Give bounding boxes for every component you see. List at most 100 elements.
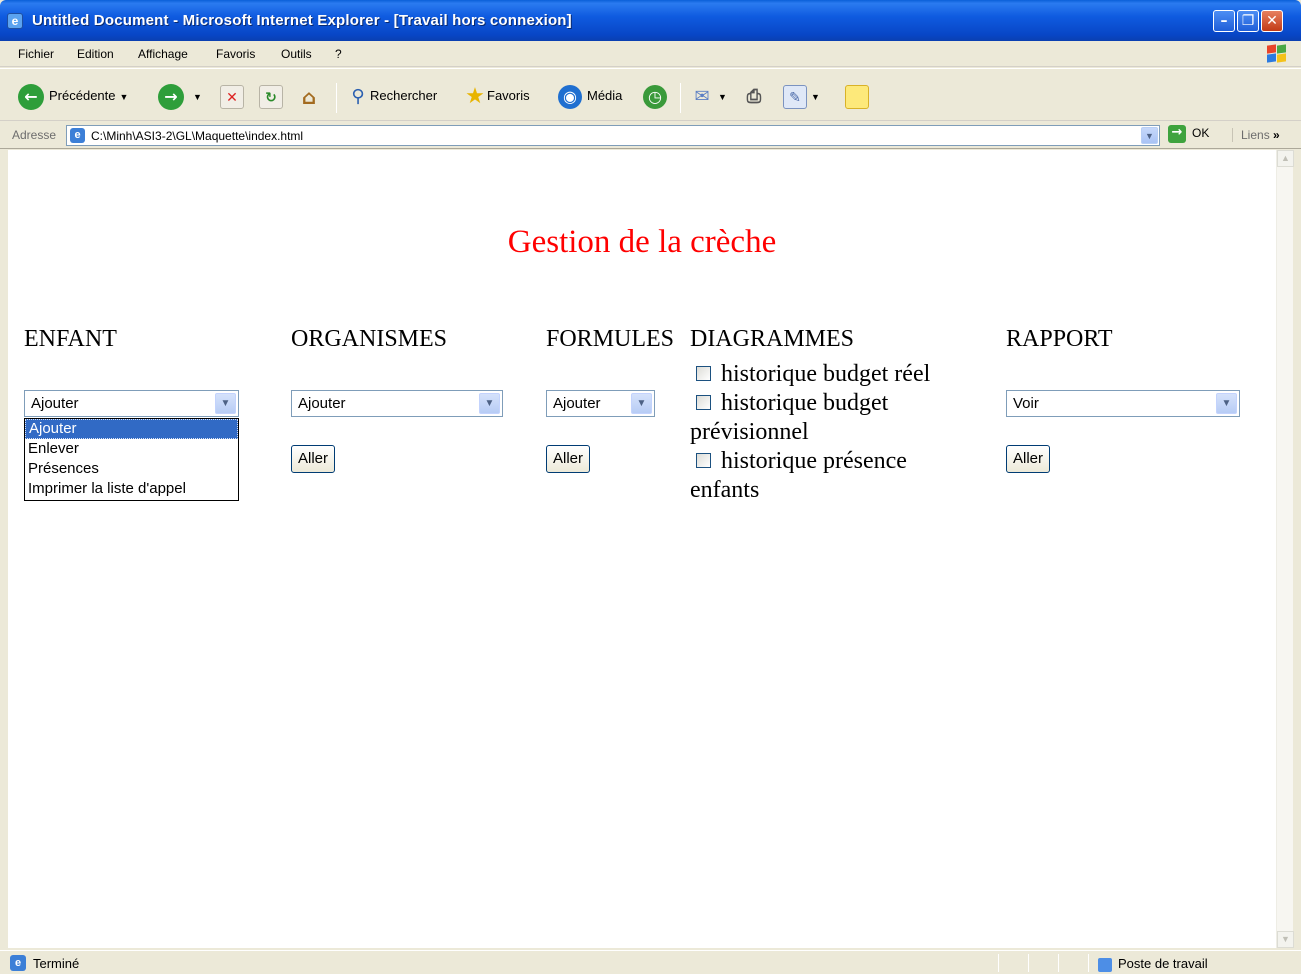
enfant-select[interactable]: Ajouter ▼ [24, 390, 239, 417]
zone-label: Poste de travail [1118, 956, 1208, 971]
chevron-down-icon: ▼ [479, 393, 500, 414]
status-text: Terminé [33, 956, 80, 971]
diagrammes-checkbox-group: historique budget réel historique budget… [690, 360, 990, 505]
status-bar: e Terminé Poste de travail [0, 950, 1301, 974]
back-label: Précédente [49, 88, 116, 103]
edit-button[interactable]: ✎ ▼ [783, 81, 820, 111]
print-button[interactable]: ⎙ [742, 81, 766, 111]
media-label: Média [587, 88, 623, 103]
go-label: OK [1192, 126, 1210, 141]
checkbox-label-budget-previsionnel: historique budget prévisionnel [690, 390, 889, 445]
checkbox-budget-reel[interactable] [696, 365, 711, 381]
history-icon: ◷ [643, 84, 667, 109]
stop-button[interactable]: ✕ [220, 81, 244, 111]
messenger-button[interactable] [845, 81, 869, 111]
window-title: Untitled Document - Microsoft Internet E… [32, 12, 572, 29]
links-button[interactable]: Liens » [1232, 128, 1280, 142]
status-divider [1088, 954, 1089, 972]
toolbar-separator [336, 83, 337, 113]
organismes-select-value: Ajouter [298, 395, 346, 412]
star-icon: ★ [465, 83, 485, 109]
maximize-button[interactable]: ❐ [1237, 10, 1259, 32]
scroll-down-button[interactable]: ▼ [1277, 931, 1294, 948]
home-button[interactable]: ⌂ [297, 81, 321, 111]
menu-edition[interactable]: Edition [77, 47, 114, 61]
mail-button[interactable]: ✉ ▼ [690, 81, 727, 111]
rapport-select[interactable]: Voir ▼ [1006, 390, 1240, 417]
status-divider [1058, 954, 1059, 972]
organismes-aller-button[interactable]: Aller [291, 445, 336, 473]
menu-help[interactable]: ? [335, 47, 342, 61]
vertical-scrollbar[interactable]: ▲ ▼ [1276, 150, 1294, 948]
page-content: Gestion de la crèche ENFANT ORGANISMES F… [8, 150, 1276, 948]
forward-arrow-icon: → [158, 83, 184, 110]
refresh-icon: ↻ [259, 84, 283, 109]
menu-bar: Fichier Edition Affichage Favoris Outils… [0, 41, 1301, 67]
favorites-button[interactable]: ★ Favoris [463, 81, 530, 111]
note-icon [845, 84, 869, 109]
stop-icon: ✕ [220, 84, 244, 109]
toolbar: ← Précédente ▼ → ▼ ✕ ↻ ⌂ ⚲ Rechercher ★ Favor… [0, 68, 1301, 121]
heading-rapport: RAPPORT [1006, 326, 1113, 352]
chevron-down-icon: ▼ [631, 393, 652, 414]
chevron-down-icon: ▼ [193, 92, 202, 102]
formules-select[interactable]: Ajouter ▼ [546, 390, 655, 417]
address-dropdown-button[interactable]: ▼ [1141, 127, 1158, 144]
formules-aller-button[interactable]: Aller [546, 445, 591, 473]
option-enlever[interactable]: Enlever [25, 439, 238, 459]
close-button[interactable]: ✕ [1261, 10, 1283, 32]
page-icon: e [70, 128, 85, 143]
address-label: Adresse [12, 128, 57, 142]
search-icon: ⚲ [351, 85, 365, 107]
option-ajouter[interactable]: Ajouter [25, 419, 238, 439]
media-button[interactable]: ◉ Média [558, 81, 622, 111]
checkbox-budget-previsionnel[interactable] [696, 394, 711, 410]
chevron-down-icon: ▼ [718, 92, 727, 102]
status-divider [1028, 954, 1029, 972]
search-label: Rechercher [370, 88, 438, 103]
option-presences[interactable]: Présences [25, 459, 238, 479]
search-button[interactable]: ⚲ Rechercher [346, 81, 437, 111]
forward-button[interactable]: → ▼ [158, 81, 202, 111]
status-divider [998, 954, 999, 972]
history-button[interactable]: ◷ [643, 81, 672, 111]
rapport-select-value: Voir [1013, 395, 1039, 412]
enfant-select-value: Ajouter [31, 395, 79, 412]
menu-favoris[interactable]: Favoris [216, 47, 255, 61]
go-button[interactable]: → OK [1168, 125, 1209, 143]
minimize-button[interactable]: – [1213, 10, 1235, 32]
chevron-down-icon: ▼ [119, 92, 129, 102]
security-zone: Poste de travail [1098, 956, 1208, 972]
scroll-up-button[interactable]: ▲ [1277, 150, 1294, 167]
address-value: C:\Minh\ASI3-2\GL\Maquette\index.html [91, 129, 304, 143]
heading-diagrammes: DIAGRAMMES [690, 326, 855, 352]
toolbar-separator [680, 83, 681, 113]
page-title: Gestion de la crèche [507, 224, 777, 260]
links-label: Liens [1241, 128, 1270, 142]
heading-organismes: ORGANISMES [291, 326, 448, 352]
ie-icon: e [7, 13, 23, 29]
refresh-button[interactable]: ↻ [259, 81, 283, 111]
menu-fichier[interactable]: Fichier [18, 47, 54, 61]
option-imprimer-liste[interactable]: Imprimer la liste d'appel [25, 479, 238, 499]
heading-enfant: ENFANT [24, 326, 117, 352]
chevron-down-icon: ▼ [811, 92, 820, 102]
computer-icon [1098, 957, 1112, 972]
rapport-aller-button[interactable]: Aller [1006, 445, 1051, 473]
home-icon: ⌂ [301, 84, 317, 109]
menu-outils[interactable]: Outils [281, 47, 312, 61]
page-status-icon: e [10, 955, 26, 971]
chevron-down-icon: ▼ [1216, 393, 1237, 414]
edit-icon: ✎ [783, 84, 807, 109]
organismes-select[interactable]: Ajouter ▼ [291, 390, 503, 417]
windows-logo-icon [1265, 44, 1287, 64]
go-arrow-icon: → [1168, 125, 1186, 143]
menu-affichage[interactable]: Affichage [138, 47, 188, 61]
back-button[interactable]: ← Précédente ▼ [18, 81, 128, 111]
checkbox-label-presence-enfants: historique présence enfants [690, 448, 907, 503]
window-title-bar[interactable]: e Untitled Document - Microsoft Internet… [0, 0, 1301, 41]
print-icon: ⎙ [746, 85, 762, 107]
checkbox-presence-enfants[interactable] [696, 452, 711, 468]
address-input[interactable]: e C:\Minh\ASI3-2\GL\Maquette\index.html … [66, 125, 1160, 146]
address-bar: Adresse e C:\Minh\ASI3-2\GL\Maquette\ind… [0, 122, 1301, 149]
